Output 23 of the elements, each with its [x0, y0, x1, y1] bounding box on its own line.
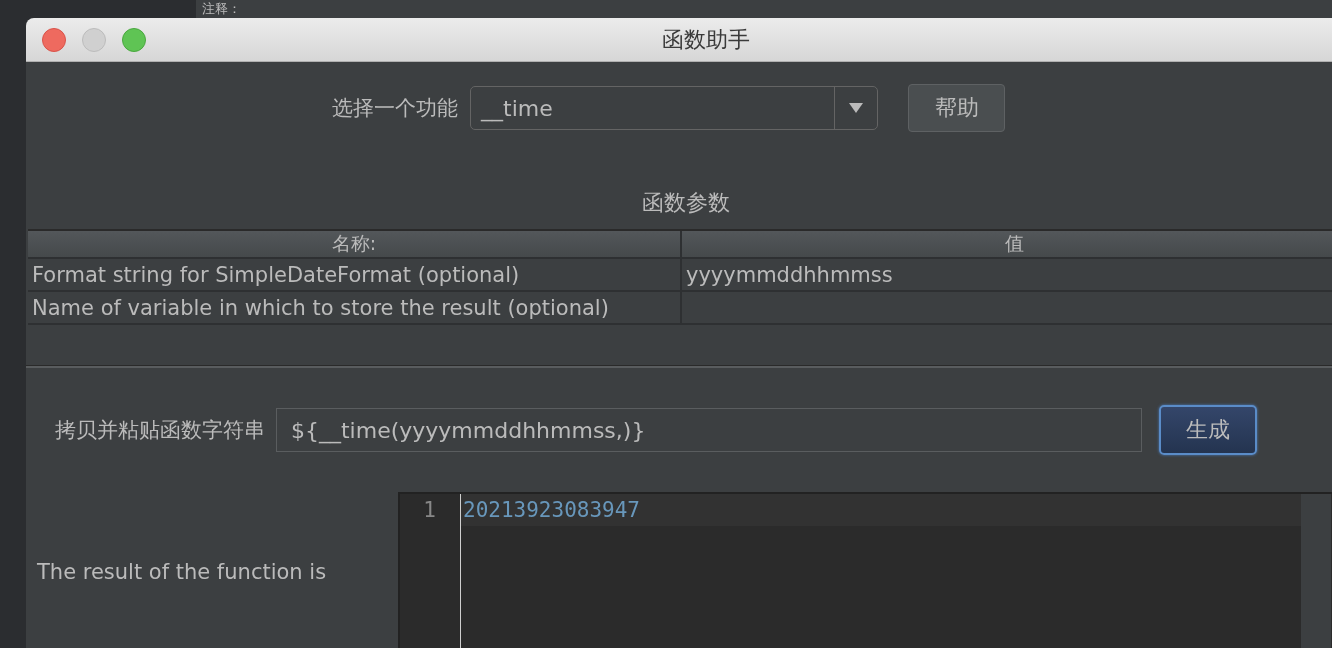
result-text: 20213923083947 [463, 498, 640, 522]
dropdown-arrow-icon [849, 103, 863, 113]
column-header[interactable]: 名称: [28, 231, 682, 257]
table-cell: Format string for SimpleDateFormat (optional) [28, 259, 682, 290]
scrollbar[interactable] [1301, 494, 1331, 648]
line-number: 1 [423, 498, 436, 522]
background-label: 注释： [202, 1, 241, 17]
zoom-button[interactable] [122, 28, 146, 52]
copy-string-label: 拷贝并粘贴函数字符串 [55, 417, 265, 444]
close-button[interactable] [42, 28, 66, 52]
column-header[interactable]: 值 [682, 231, 1332, 257]
window-title: 函数助手 [662, 25, 750, 54]
section-title: 函数参数 [642, 189, 730, 217]
result-label: The result of the function is [37, 560, 328, 584]
table-cell: Name of variable in which to store the result (optional) [28, 292, 682, 323]
function-label: 选择一个功能 [332, 95, 458, 122]
minimize-button[interactable] [82, 28, 106, 52]
generate-button[interactable]: 生成 [1159, 405, 1257, 455]
help-button[interactable]: 帮助 [908, 84, 1005, 132]
function-string-field[interactable]: ${__time(yyyymmddhhmmss,)} [276, 408, 1142, 452]
result-editor[interactable]: 1 20213923083947 [398, 492, 1332, 648]
function-dropdown[interactable]: __time [470, 86, 878, 130]
table-cell-text: yyyymmddhhmmss [685, 261, 894, 289]
